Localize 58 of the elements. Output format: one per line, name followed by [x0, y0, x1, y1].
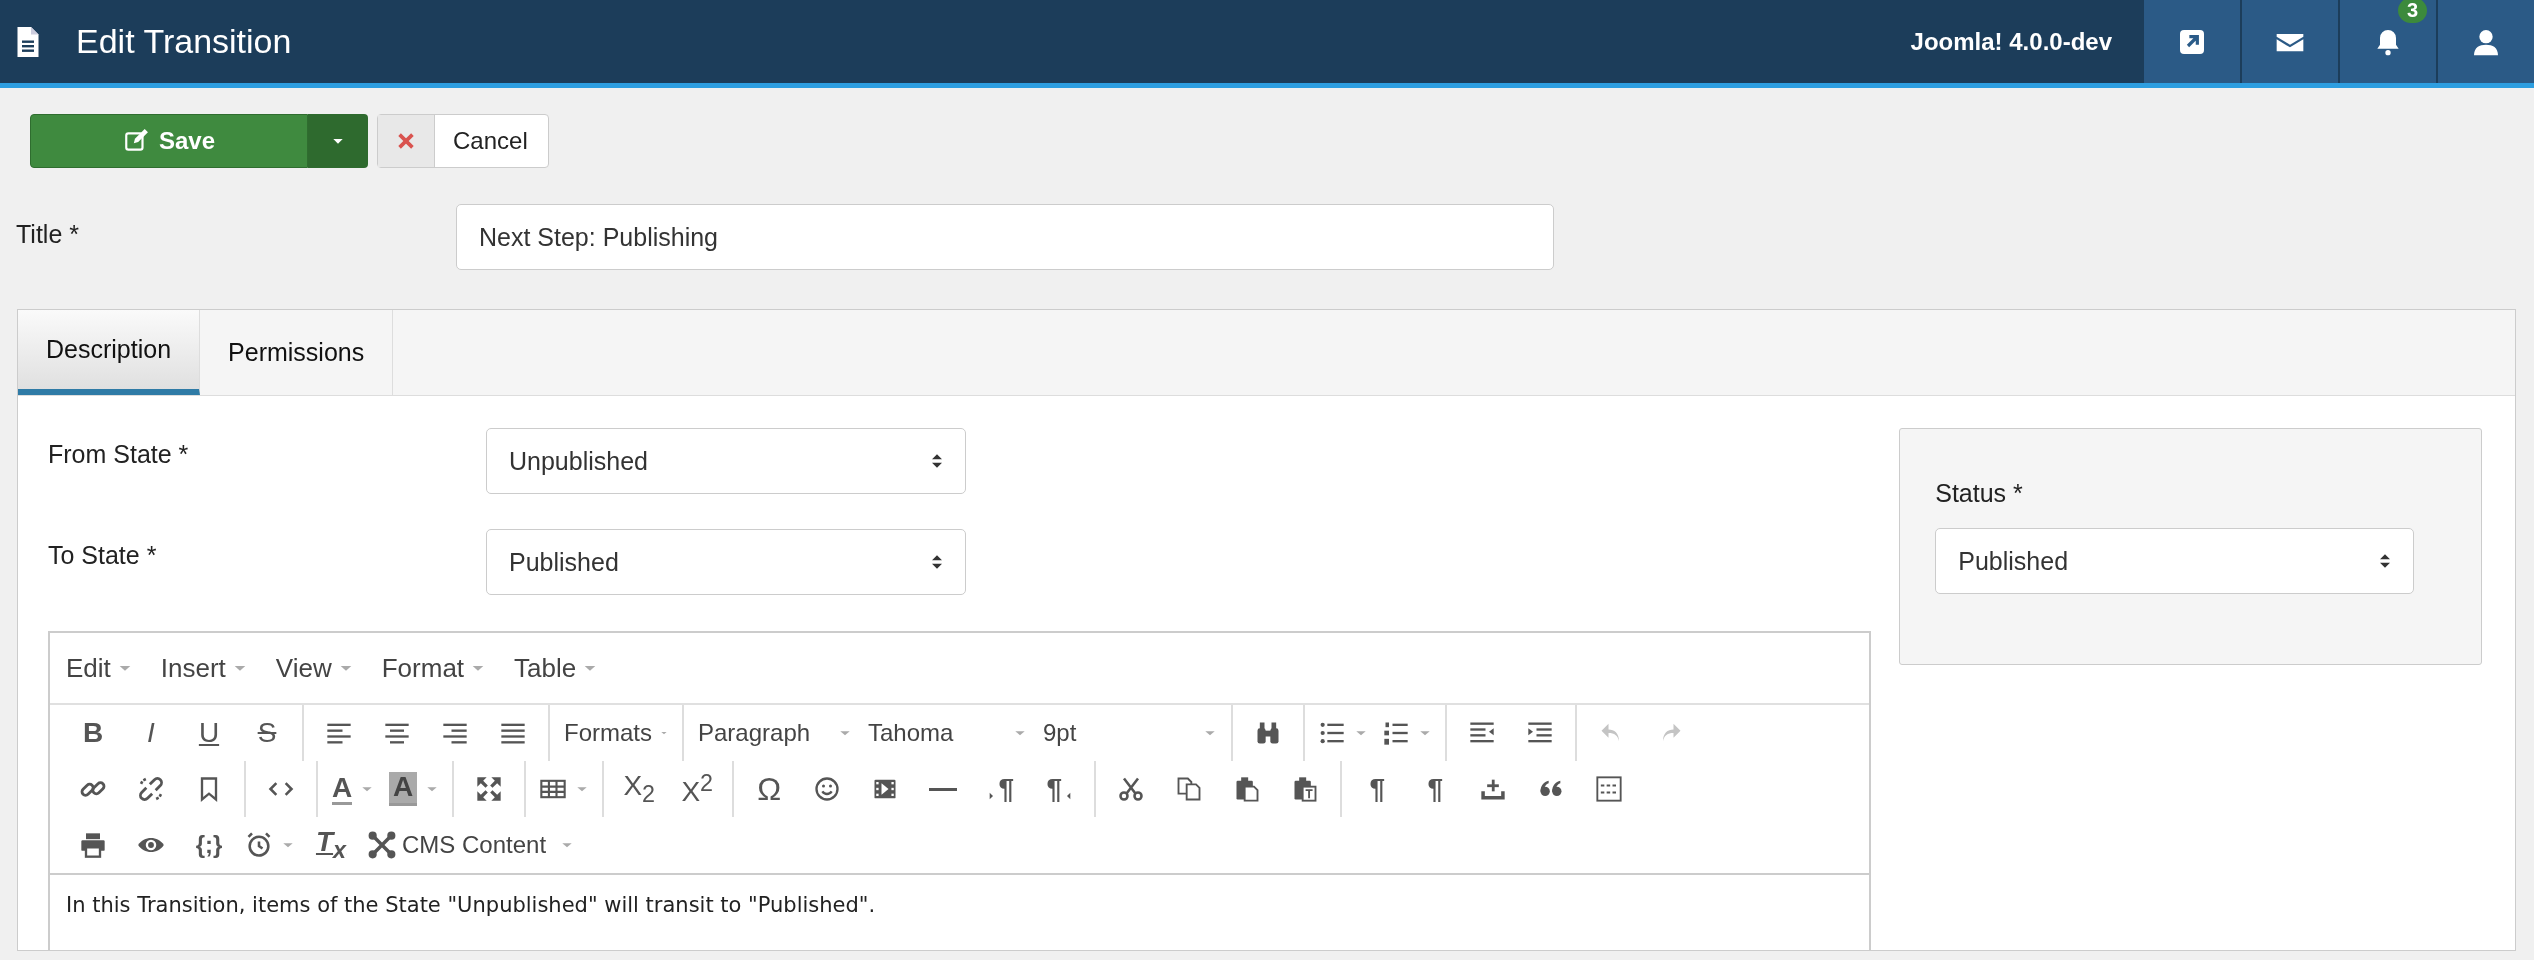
- field-label: Status *: [1935, 479, 2024, 508]
- unlink-icon: [137, 775, 165, 803]
- field-label: Title *: [16, 219, 80, 249]
- tab[interactable]: Description: [18, 310, 201, 395]
- special-character-button[interactable]: Ω: [747, 767, 792, 811]
- cancel-button[interactable]: Cancel: [377, 114, 549, 168]
- edit-icon: [122, 128, 149, 154]
- right-to-left-button[interactable]: ¶: [1037, 767, 1082, 811]
- clear-formatting-button[interactable]: T$_{x}$: [309, 823, 353, 867]
- smiley-icon: [813, 775, 842, 803]
- menu-item[interactable]: Format: [381, 652, 487, 684]
- font-family-dropdown[interactable]: Tahoma: [860, 711, 1035, 755]
- superscript-button[interactable]: X$^{2}$: [675, 767, 720, 811]
- cancel-label: Cancel: [452, 126, 529, 156]
- formats-dropdown[interactable]: Formats: [556, 711, 676, 755]
- field-label: To State *: [48, 540, 158, 570]
- messages-button[interactable]: [2240, 0, 2338, 83]
- menu-item[interactable]: Insert: [160, 652, 248, 684]
- user-menu-button[interactable]: [2436, 0, 2534, 83]
- visual-characters-button[interactable]: ¶: [1355, 767, 1400, 811]
- scissors-icon: [1117, 775, 1146, 803]
- editor-text: In this Transition, items of the State "Unpublished" will transit to "Published".: [66, 893, 877, 917]
- page-break-icon: [1595, 775, 1624, 803]
- page-title: Edit Transition: [76, 22, 292, 61]
- block-format-dropdown[interactable]: Paragraph: [690, 711, 860, 755]
- highlight-color-button[interactable]: A: [389, 767, 440, 811]
- cms-content-dropdown[interactable]: CMS Content: [360, 823, 583, 867]
- select-value: Published: [509, 547, 619, 577]
- text-color-button[interactable]: A: [331, 767, 375, 811]
- select-value: Published: [1958, 546, 2069, 576]
- notifications-button[interactable]: 3: [2338, 0, 2436, 83]
- select-value: Unpublished: [509, 446, 648, 476]
- bold-button[interactable]: B: [71, 711, 115, 755]
- horizontal-line-icon: [929, 787, 958, 791]
- external-link-button[interactable]: [2142, 0, 2240, 83]
- version-link[interactable]: Joomla! 4.0.0-dev: [1910, 27, 2112, 56]
- menu-item[interactable]: View: [275, 652, 354, 684]
- code-sample-button[interactable]: {;}: [187, 823, 231, 867]
- tab[interactable]: Permissions: [200, 310, 394, 395]
- print-icon: [79, 831, 107, 859]
- left-to-right-button[interactable]: ¶: [979, 767, 1024, 811]
- menu-item[interactable]: Edit: [66, 652, 133, 684]
- font-size-dropdown[interactable]: 9pt: [1035, 711, 1225, 755]
- menu-item[interactable]: Table: [514, 652, 599, 684]
- visual-blocks-button[interactable]: ¶: [1413, 767, 1458, 811]
- field-label: From State *: [48, 439, 190, 469]
- status-select[interactable]: Published: [1935, 528, 2415, 594]
- title-field[interactable]: Next Step: Publishing: [456, 204, 1554, 270]
- fullscreen-icon: [475, 775, 504, 803]
- underline-button[interactable]: U: [187, 711, 231, 755]
- clock-icon: [245, 831, 273, 859]
- notification-count: 3: [2398, 0, 2428, 23]
- subscript-button[interactable]: X$_{2}$: [617, 767, 662, 811]
- to-state-select[interactable]: Published: [486, 529, 966, 595]
- strikethrough-button[interactable]: S: [245, 711, 289, 755]
- italic-button[interactable]: I: [129, 711, 173, 755]
- from-state-select[interactable]: Unpublished: [486, 428, 966, 494]
- save-button[interactable]: Save: [30, 114, 308, 168]
